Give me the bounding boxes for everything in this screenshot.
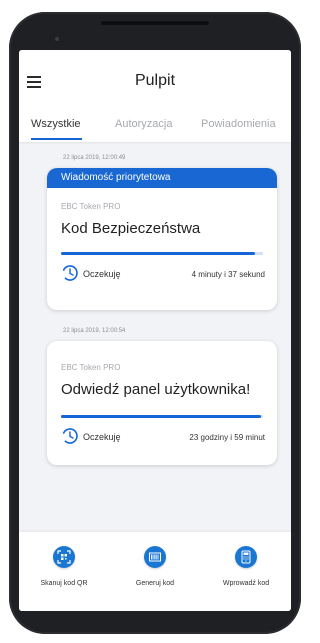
tab-all[interactable]: Wszystkie xyxy=(31,118,81,130)
notification-list: 22 lipca 2019, 12:00:49 Wiadomość priory… xyxy=(19,142,291,532)
tab-authorization[interactable]: Autoryzacja xyxy=(115,118,172,130)
app-header: Pulpit Wszystkie Autoryzacja Powiadomien… xyxy=(19,50,291,142)
time-remaining: 4 minuty i 37 sekund xyxy=(191,270,265,279)
priority-banner: Wiadomość priorytetowa xyxy=(47,168,277,188)
tab-notifications[interactable]: Powiadomienia xyxy=(201,118,276,130)
clock-icon xyxy=(61,427,79,445)
front-camera xyxy=(55,37,59,41)
tab-bar: Wszystkie Autoryzacja Powiadomienia xyxy=(19,118,291,142)
time-remaining: 23 godziny i 59 minut xyxy=(189,433,265,442)
qr-scan-icon xyxy=(53,546,75,568)
keypad-icon xyxy=(235,546,257,568)
time-progress-bar xyxy=(61,252,263,255)
active-tab-indicator xyxy=(31,138,82,140)
status-label: Oczekuję xyxy=(83,432,121,442)
status-label: Oczekuję xyxy=(83,269,121,279)
notification-card[interactable]: EBC Token PRO Odwiedź panel użytkownika!… xyxy=(47,341,277,465)
earpiece xyxy=(101,21,209,25)
enter-code-button[interactable]: Wprowadź kod xyxy=(201,532,291,611)
app-screen: Pulpit Wszystkie Autoryzacja Powiadomien… xyxy=(19,50,291,611)
page-title: Pulpit xyxy=(134,72,176,89)
nav-label: Generuj kod xyxy=(135,580,175,587)
phone-frame: Pulpit Wszystkie Autoryzacja Powiadomien… xyxy=(9,12,301,634)
card-title: Odwiedź panel użytkownika! xyxy=(61,381,251,398)
progress-fill xyxy=(61,415,261,418)
card-source: EBC Token PRO xyxy=(61,363,121,372)
clock-icon xyxy=(61,264,79,282)
nav-label: Wprowadź kod xyxy=(222,580,270,587)
card-source: EBC Token PRO xyxy=(61,202,121,211)
notification-date: 22 lipca 2019, 12:00:54 xyxy=(63,328,126,334)
notification-card-priority[interactable]: Wiadomość priorytetowa EBC Token PRO Kod… xyxy=(47,168,277,310)
barcode-icon xyxy=(144,546,166,568)
nav-label: Skanuj kod QR xyxy=(40,580,88,587)
notification-date: 22 lipca 2019, 12:00:49 xyxy=(63,155,126,161)
time-progress-bar xyxy=(61,415,263,418)
generate-code-button[interactable]: Generuj kod xyxy=(110,532,200,611)
bottom-navigation: Skanuj kod QR Generuj kod Wprowadź kod xyxy=(19,532,291,611)
progress-fill xyxy=(61,252,255,255)
scan-qr-button[interactable]: Skanuj kod QR xyxy=(19,532,109,611)
card-title: Kod Bezpieczeństwa xyxy=(61,220,201,237)
